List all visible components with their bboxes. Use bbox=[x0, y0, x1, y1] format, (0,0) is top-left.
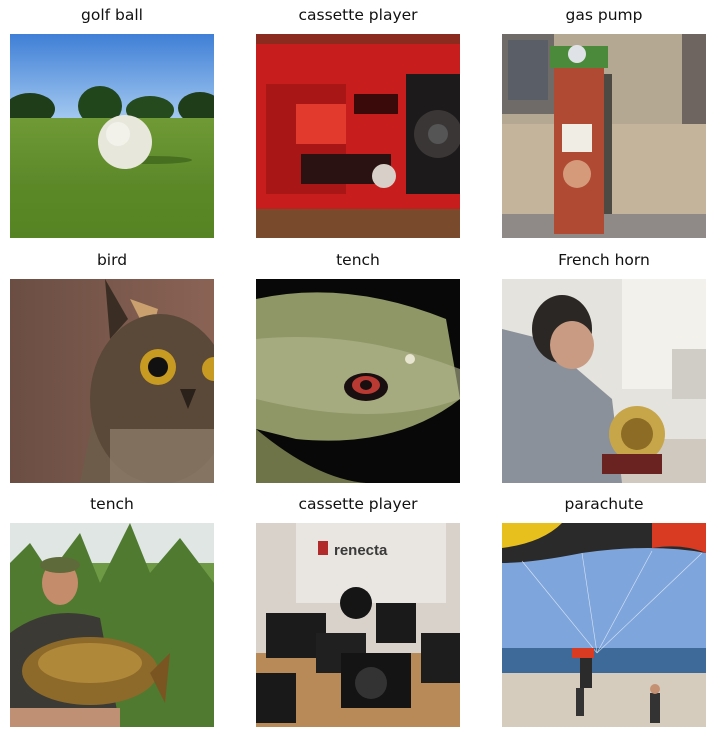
image-label: golf ball bbox=[81, 6, 143, 24]
man-with-horn-photo bbox=[502, 279, 706, 483]
fish-closeup-photo bbox=[256, 279, 460, 483]
image-label: French horn bbox=[558, 251, 650, 269]
image-label: bird bbox=[96, 251, 128, 269]
image-label: parachute bbox=[564, 495, 644, 513]
image-label: cassette player bbox=[298, 495, 418, 513]
golf-ball-photo bbox=[10, 34, 214, 238]
image-label: gas pump bbox=[565, 6, 643, 24]
owl-photo bbox=[10, 279, 214, 483]
image-label: cassette player bbox=[298, 6, 418, 24]
man-holding-fish-photo bbox=[10, 523, 214, 727]
sign-text: renecta bbox=[334, 542, 388, 559]
cameras-on-table-photo: renecta bbox=[256, 523, 460, 727]
parachute-beach-photo bbox=[502, 523, 706, 727]
image-label: tench bbox=[90, 495, 134, 513]
vintage-gas-pump-photo bbox=[502, 34, 706, 238]
image-label: tench bbox=[336, 251, 380, 269]
red-boombox-photo bbox=[256, 34, 460, 238]
